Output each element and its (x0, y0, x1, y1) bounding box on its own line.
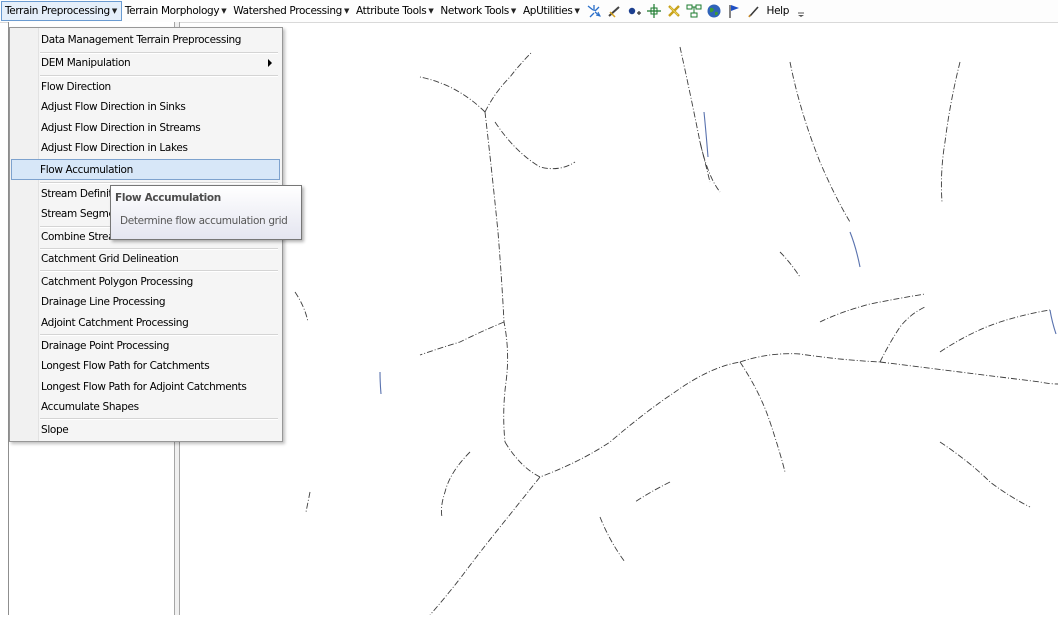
menu-item-drainage-line-processing[interactable]: Drainage Line Processing (12, 292, 278, 312)
edit-tool-icon[interactable] (606, 3, 622, 19)
snap-icon[interactable] (646, 3, 662, 19)
menu-item-adjust-flow-direction-sinks[interactable]: Adjust Flow Direction in Sinks (12, 97, 278, 117)
menu-item-catchment-grid-delineation[interactable]: Catchment Grid Delineation (12, 249, 278, 269)
menu-terrain-morphology[interactable]: Terrain Morphology ▼ (122, 1, 230, 21)
menu-item-label: Longest Flow Path for Catchments (41, 360, 210, 372)
toolbar-overflow-icon[interactable] (797, 4, 805, 18)
menu-item-drainage-point-processing[interactable]: Drainage Point Processing (12, 336, 278, 356)
menu-item-label: Catchment Polygon Processing (41, 276, 193, 288)
menu-label: Terrain Preprocessing (5, 5, 110, 17)
menu-item-label: Slope (41, 424, 69, 436)
menu-item-label: Longest Flow Path for Adjoint Catchments (41, 381, 247, 393)
tooltip-title: Flow Accumulation (115, 192, 221, 204)
menu-item-label: Drainage Point Processing (41, 340, 170, 352)
network-icon[interactable] (686, 3, 702, 19)
menu-item-label: Catchment Grid Delineation (41, 253, 179, 265)
pencil-icon[interactable] (746, 3, 762, 19)
menu-label: Terrain Morphology (124, 5, 220, 17)
menu-item-label: Flow Direction (41, 81, 111, 93)
menu-help[interactable]: Help (764, 1, 794, 21)
dropdown-caret-icon: ▼ (428, 7, 434, 15)
dropdown-caret-icon: ▼ (111, 7, 117, 15)
menu-label: Attribute Tools (356, 5, 427, 17)
menu-label: ApUtilities (522, 5, 573, 17)
globe-icon[interactable] (706, 3, 722, 19)
menu-item-catchment-polygon-processing[interactable]: Catchment Polygon Processing (12, 272, 278, 292)
menu-terrain-preprocessing[interactable]: Terrain Preprocessing ▼ (1, 1, 122, 21)
menu-item-dem-manipulation[interactable]: DEM Manipulation (12, 53, 278, 73)
menu-item-slope[interactable]: Slope (12, 420, 278, 440)
menu-item-accumulate-shapes[interactable]: Accumulate Shapes (12, 397, 278, 417)
point-add-icon[interactable] (626, 3, 642, 19)
dropdown-caret-icon: ▼ (574, 7, 580, 15)
menu-item-label: Adjoint Catchment Processing (41, 317, 189, 329)
menu-label: Help (766, 5, 790, 17)
stream-network-map (294, 46, 1058, 616)
menu-aputilities[interactable]: ApUtilities ▼ (520, 1, 584, 21)
dropdown-caret-icon: ▼ (510, 7, 516, 15)
menu-item-longest-flow-path-adjoint[interactable]: Longest Flow Path for Adjoint Catchments (12, 377, 278, 397)
menu-label: Network Tools (440, 5, 509, 17)
flow-path-tracing-icon[interactable] (586, 3, 602, 19)
dropdown-caret-icon: ▼ (343, 7, 350, 15)
dropdown-caret-icon: ▼ (221, 7, 227, 15)
menu-item-data-management[interactable]: Data Management Terrain Preprocessing (12, 30, 278, 50)
submenu-arrow-icon (268, 59, 272, 67)
map-canvas[interactable] (180, 22, 1058, 616)
menu-item-longest-flow-path-catchments[interactable]: Longest Flow Path for Catchments (12, 356, 278, 376)
menu-item-label: DEM Manipulation (41, 57, 131, 69)
menu-label: Watershed Processing (233, 5, 342, 17)
menu-item-label: Adjust Flow Direction in Sinks (41, 101, 186, 113)
menu-item-label: Flow Accumulation (40, 163, 133, 176)
menu-item-label: Adjust Flow Direction in Lakes (41, 142, 188, 154)
menu-item-label: Data Management Terrain Preprocessing (41, 34, 242, 46)
menu-item-label: Drainage Line Processing (41, 296, 166, 308)
menu-item-label: Adjust Flow Direction in Streams (41, 122, 201, 134)
menu-item-label: Accumulate Shapes (41, 401, 139, 413)
menu-item-flow-accumulation[interactable]: Flow Accumulation (11, 159, 280, 180)
menu-item-adjust-flow-direction-lakes[interactable]: Adjust Flow Direction in Lakes (12, 138, 278, 158)
menu-item-adjust-flow-direction-streams[interactable]: Adjust Flow Direction in Streams (12, 118, 278, 138)
tooltip: Flow Accumulation Determine flow accumul… (110, 185, 302, 240)
flag-icon[interactable] (726, 3, 742, 19)
menu-attribute-tools[interactable]: Attribute Tools ▼ (353, 1, 437, 21)
menu-watershed-processing[interactable]: Watershed Processing ▼ (230, 1, 353, 21)
menu-item-flow-direction[interactable]: Flow Direction (12, 77, 278, 97)
delete-icon[interactable] (666, 3, 682, 19)
tooltip-description: Determine flow accumulation grid (120, 215, 288, 227)
menu-item-adjoint-catchment-processing[interactable]: Adjoint Catchment Processing (12, 313, 278, 333)
menu-network-tools[interactable]: Network Tools ▼ (437, 1, 520, 21)
menu-toolbar: Terrain Preprocessing ▼ Terrain Morpholog… (0, 0, 1058, 23)
